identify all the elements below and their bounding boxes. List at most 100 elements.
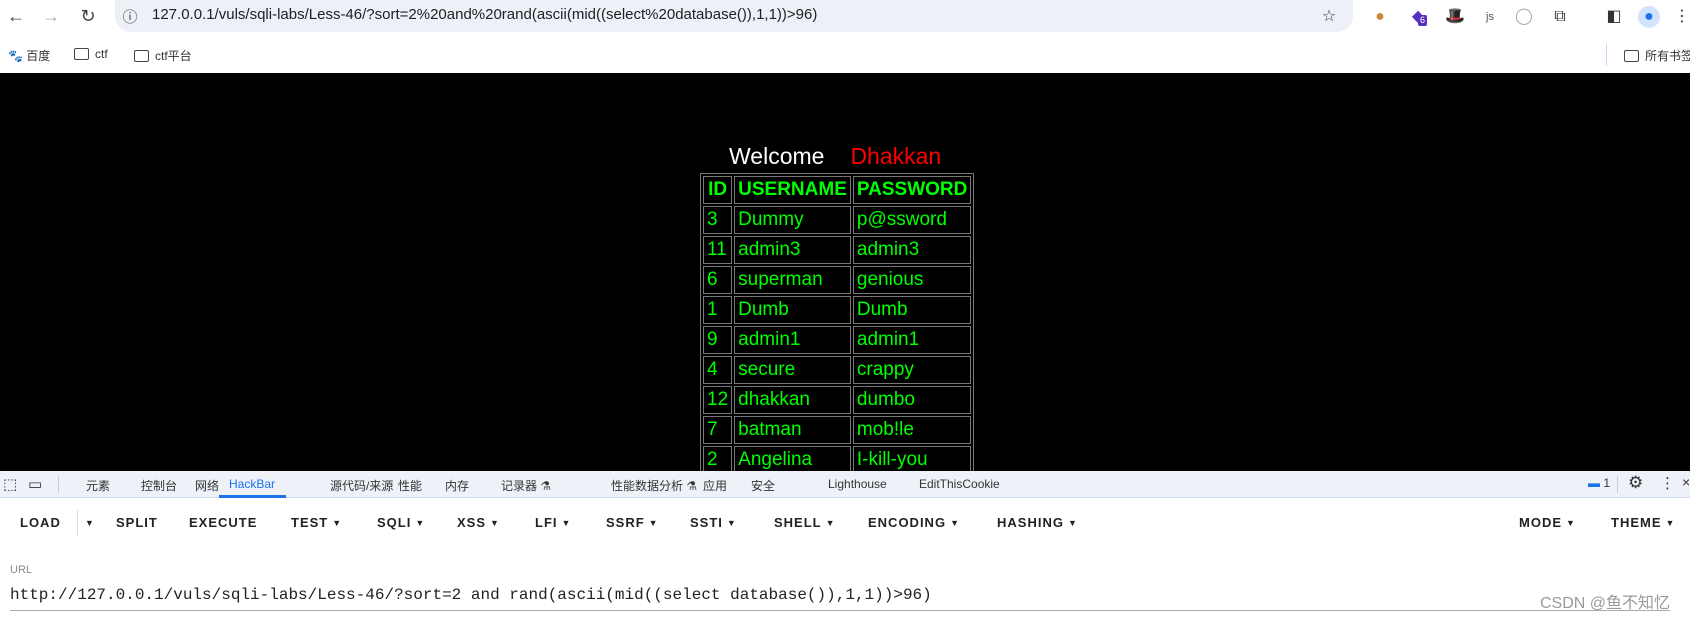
tab-1[interactable]: 控制台 — [141, 477, 177, 494]
reload-icon[interactable]: ↻ — [77, 6, 99, 27]
side-panel-icon[interactable]: ◧ — [1603, 6, 1625, 28]
tab-8[interactable]: 性能数据分析 ⚗ — [611, 477, 697, 494]
tab-label: 控制台 — [141, 479, 178, 493]
sqli-button[interactable]: SQLI ▼ — [377, 515, 425, 530]
inspect-element-icon[interactable]: ⬚ — [3, 475, 17, 493]
users-table: ID USERNAME PASSWORD 3 Dummy p@ssword 11 admin… — [700, 173, 975, 471]
button-label: EXECUTE — [189, 515, 258, 530]
table-cell: superman — [734, 266, 851, 294]
tab-2[interactable]: 网络 — [195, 477, 219, 494]
button-label: ENCODING — [868, 515, 947, 530]
message-icon: ▬ — [1588, 476, 1600, 490]
column-header: PASSWORD — [852, 176, 972, 204]
puzzle-extensions-icon[interactable]: ⧉ — [1549, 6, 1571, 28]
cookie-extension-icon[interactable]: ● — [1369, 6, 1391, 28]
bookmark-star-icon[interactable]: ☆ — [1318, 6, 1340, 28]
caret-down-icon: ▼ — [490, 518, 500, 528]
mode-button[interactable]: MODE ▼ — [1519, 515, 1576, 530]
tab-label: 应用 — [703, 479, 728, 493]
theme-button[interactable]: THEME ▼ — [1611, 515, 1675, 530]
caret-down-icon: ▼ — [561, 518, 572, 528]
table-cell: 3 — [703, 206, 733, 234]
tab-6[interactable]: 内存 — [445, 477, 469, 494]
close-devtools-icon[interactable]: × — [1682, 474, 1690, 490]
tab-label: HackBar — [229, 477, 276, 491]
table-row: 9 admin1 admin1 — [703, 326, 972, 354]
devtools-tabbar: ⬚ ▭ 元素 控制台 网络 HackBar 源代码/来源 性能 内存 记录器 ⚗ 性能数据分析 … — [0, 471, 1690, 498]
address-url[interactable]: 127.0.0.1/vuls/sqli-labs/Less-46/?sort=2… — [152, 6, 817, 23]
table-cell: 7 — [703, 416, 733, 444]
caret-down-icon: ▼ — [1067, 518, 1078, 528]
folder-icon — [74, 48, 89, 60]
circle-extension-icon[interactable]: ◯ — [1513, 6, 1535, 28]
device-toolbar-icon[interactable]: ▭ — [28, 475, 42, 493]
table-cell: 12 — [703, 386, 733, 414]
column-header: USERNAME — [734, 176, 851, 204]
bookmark-ctf[interactable]: ctf — [74, 47, 108, 61]
divider — [77, 510, 78, 536]
site-info-icon[interactable]: ⓘ — [119, 6, 141, 27]
load-dropdown-caret[interactable]: ▼ — [81, 515, 95, 530]
test-button[interactable]: TEST ▼ — [291, 515, 342, 530]
button-label: LOAD — [20, 515, 61, 530]
tab-11[interactable]: Lighthouse — [828, 477, 887, 491]
url-label: URL — [10, 564, 33, 576]
xss-button[interactable]: XSS ▼ — [457, 515, 500, 530]
menu-dots-icon[interactable]: ⋮ — [1671, 6, 1690, 28]
load-button[interactable]: LOAD — [20, 515, 61, 530]
folder-icon — [134, 50, 149, 62]
table-cell: admin1 — [852, 326, 972, 354]
extension-badge-icon[interactable]: ◆6 — [1407, 6, 1429, 28]
caret-down-icon: ▼ — [648, 518, 659, 528]
profile-avatar-icon[interactable]: ● — [1638, 6, 1660, 28]
more-options-icon[interactable]: ⋮ — [1660, 474, 1675, 492]
shell-button[interactable]: SHELL ▼ — [774, 515, 836, 530]
all-bookmarks[interactable]: 所有书签 — [1624, 47, 1690, 64]
tab-12[interactable]: EditThisCookie — [919, 477, 1000, 491]
settings-gear-icon[interactable]: ⚙ — [1628, 473, 1643, 493]
encoding-button[interactable]: ENCODING ▼ — [868, 515, 960, 530]
baidu-paw-icon: 🐾 — [8, 49, 23, 63]
table-cell: secure — [734, 356, 851, 384]
ssrf-button[interactable]: SSRF ▼ — [606, 515, 659, 530]
watermark: CSDN @鱼不知忆 — [1540, 595, 1671, 612]
hashing-button[interactable]: HASHING ▼ — [997, 515, 1078, 530]
table-cell: Dumb — [852, 296, 972, 324]
bookmark-baidu[interactable]: 🐾 百度 — [8, 47, 50, 64]
page-content: Welcome Dhakkan ID USERNAME PASSWORD 3 Dummy… — [0, 73, 1690, 471]
url-input[interactable] — [10, 586, 1670, 611]
tab-9[interactable]: 应用 — [703, 477, 727, 494]
tab-3[interactable]: HackBar — [229, 477, 275, 491]
tab-label: 安全 — [751, 479, 776, 493]
tab-0[interactable]: 元素 — [86, 477, 110, 494]
forward-icon[interactable]: → — [40, 6, 62, 27]
lfi-button[interactable]: LFI ▼ — [535, 515, 571, 530]
experiment-flask-icon: ⚗ — [537, 479, 552, 493]
caret-down-icon: ▼ — [950, 518, 960, 528]
js-extension-icon[interactable]: js — [1479, 6, 1501, 28]
caret-down-icon: ▼ — [1566, 518, 1576, 528]
tab-5[interactable]: 性能 — [398, 477, 422, 494]
button-label: SSRF — [606, 515, 645, 530]
hat-extension-icon[interactable]: 🎩 — [1444, 6, 1466, 28]
folder-icon — [1624, 50, 1639, 62]
execute-button[interactable]: EXECUTE — [189, 515, 257, 530]
button-label: SHELL — [774, 515, 822, 530]
table-row: 1 Dumb Dumb — [703, 296, 972, 324]
bookmarks-bar: 🐾 百度 ctf ctf平台 所有书签 — [0, 38, 1690, 73]
issues-counter[interactable]: ▬ 1 — [1588, 476, 1610, 490]
table-cell: 6 — [703, 266, 733, 294]
back-icon[interactable]: ← — [5, 6, 27, 27]
table-row: 2 Angelina I-kill-you — [703, 446, 972, 471]
ssti-button[interactable]: SSTI ▼ — [690, 515, 737, 530]
button-label: XSS — [457, 515, 487, 530]
split-button[interactable]: SPLIT — [116, 515, 158, 530]
caret-down-icon: ▼ — [726, 518, 737, 528]
tab-10[interactable]: 安全 — [751, 477, 775, 494]
table-cell: 11 — [703, 236, 733, 264]
table-row: 4 secure crappy — [703, 356, 972, 384]
tab-4[interactable]: 源代码/来源 — [330, 477, 393, 494]
bookmark-ctf-platform[interactable]: ctf平台 — [134, 47, 192, 64]
table-cell: admin3 — [852, 236, 972, 264]
tab-7[interactable]: 记录器 ⚗ — [501, 477, 551, 494]
